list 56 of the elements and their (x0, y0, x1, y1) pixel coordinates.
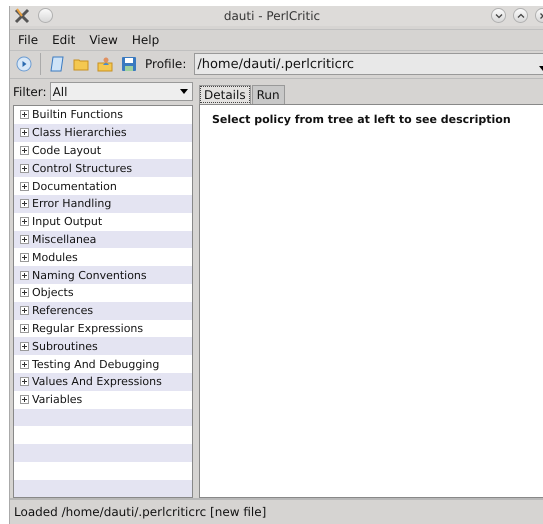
tree-item[interactable]: Regular Expressions (14, 320, 192, 338)
expand-icon[interactable] (20, 164, 29, 173)
tree-item[interactable]: Modules (14, 248, 192, 266)
expand-icon[interactable] (20, 146, 29, 155)
tree-item[interactable]: Naming Conventions (14, 266, 192, 284)
expand-icon[interactable] (20, 395, 29, 404)
chevron-up-icon (516, 12, 524, 20)
maximize-button[interactable] (513, 8, 528, 24)
tree-item[interactable]: Miscellanea (14, 230, 192, 248)
tree-item[interactable]: Error Handling (14, 194, 192, 213)
run-icon[interactable] (16, 56, 32, 72)
minimize-button[interactable] (491, 8, 506, 24)
details-message: Select policy from tree at left to see description (212, 112, 512, 126)
expand-icon[interactable] (20, 234, 29, 244)
tree-item[interactable]: Input Output (14, 212, 192, 231)
document-icon[interactable] (49, 56, 65, 72)
save-icon[interactable] (121, 56, 137, 72)
menu-item[interactable]: Help (132, 32, 160, 47)
expand-icon[interactable] (20, 342, 29, 351)
expand-icon[interactable] (20, 288, 29, 298)
menu-item[interactable]: Edit (52, 32, 76, 47)
expand-icon[interactable] (20, 199, 29, 208)
expand-icon[interactable] (20, 377, 29, 386)
tree-item[interactable]: Builtin Functions (14, 106, 192, 124)
chevron-down-icon (494, 12, 502, 20)
tree-item[interactable]: References (14, 302, 192, 320)
tree-item[interactable]: Subroutines (14, 337, 192, 356)
expand-icon[interactable] (20, 324, 29, 333)
expand-icon[interactable] (20, 306, 29, 316)
profile-combo[interactable]: /home/dauti/.perlcriticrc (194, 53, 543, 76)
tree-item[interactable]: Class Hierarchies (14, 124, 192, 142)
tree-item[interactable]: Code Layout (14, 142, 192, 160)
dropdown-arrow-icon (180, 88, 188, 95)
tree-item[interactable]: Values And Expressions (14, 372, 192, 391)
x-logo-icon (14, 8, 30, 24)
tab[interactable]: Run (252, 84, 285, 104)
expand-icon[interactable] (20, 182, 29, 191)
expand-icon[interactable] (20, 110, 29, 120)
tab[interactable]: Details (199, 84, 251, 104)
expand-icon[interactable] (20, 360, 29, 368)
tree-item[interactable]: Control Structures (14, 159, 192, 178)
tree-item[interactable]: Variables (14, 390, 192, 408)
window-title: dauti - PerlCritic (222, 8, 322, 23)
expand-icon[interactable] (20, 217, 29, 226)
status-text: Loaded /home/dauti/.perlcriticrc [new file] (14, 505, 266, 520)
menu-item[interactable]: File (18, 32, 38, 47)
tree-item[interactable]: Objects (14, 284, 192, 302)
expand-icon[interactable] (20, 252, 29, 262)
filter-combo[interactable]: All (50, 82, 193, 102)
filter-label: Filter: (13, 84, 47, 99)
expand-icon[interactable] (20, 270, 29, 280)
menu-item[interactable]: View (89, 32, 118, 47)
tree-item[interactable]: Documentation (14, 177, 192, 195)
expand-icon[interactable] (20, 128, 29, 138)
profile-label: Profile: (145, 57, 186, 72)
tree-item[interactable]: Testing And Debugging (14, 355, 192, 373)
